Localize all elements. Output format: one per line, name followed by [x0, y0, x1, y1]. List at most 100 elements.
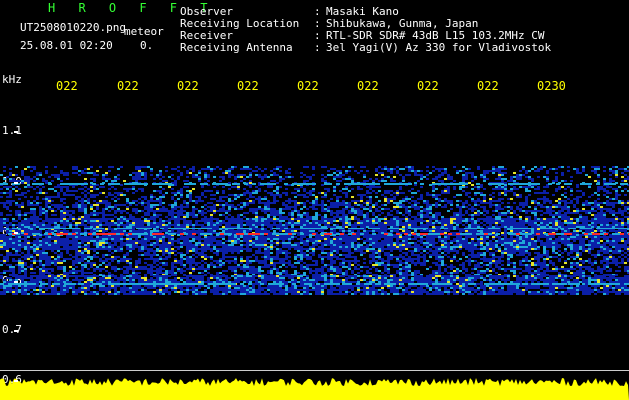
waterfall-pixel — [474, 194, 477, 196]
waterfall-pixel — [408, 168, 411, 170]
waterfall-pixel — [117, 220, 120, 222]
waterfall-pixel — [84, 172, 87, 174]
waterfall-pixel — [342, 216, 345, 218]
waterfall-pixel — [387, 242, 390, 244]
waterfall-pixel — [72, 206, 75, 208]
waterfall-pixel — [219, 198, 222, 200]
waterfall-pixel — [408, 226, 411, 228]
waterfall-pixel — [357, 234, 360, 236]
waterfall-pixel — [396, 238, 399, 240]
waterfall-pixel — [156, 190, 159, 192]
waterfall-pixel — [417, 244, 420, 246]
waterfall-pixel — [507, 246, 510, 248]
waterfall-pixel — [60, 240, 63, 242]
waterfall-pixel — [132, 208, 135, 210]
waterfall-pixel — [192, 206, 195, 208]
waterfall-pixel — [486, 210, 489, 212]
waterfall-pixel — [138, 246, 141, 248]
waterfall-pixel — [276, 226, 279, 228]
waterfall-pixel — [291, 216, 294, 218]
waterfall-pixel — [138, 174, 141, 176]
waterfall-pixel — [477, 200, 480, 202]
waterfall-pixel — [339, 170, 342, 172]
waterfall-pixel — [6, 200, 9, 202]
waterfall-pixel — [93, 204, 96, 206]
waterfall-pixel — [306, 216, 309, 218]
waterfall-pixel — [72, 210, 75, 212]
waterfall-pixel — [366, 208, 369, 210]
waterfall-pixel — [471, 236, 474, 238]
waterfall-pixel — [237, 216, 240, 218]
waterfall-pixel — [336, 244, 339, 246]
waterfall-pixel — [288, 246, 291, 248]
waterfall-pixel — [453, 196, 456, 198]
waterfall-pixel — [543, 218, 546, 220]
waterfall-pixel — [606, 186, 609, 188]
waterfall-pixel — [237, 208, 240, 210]
waterfall-pixel — [285, 226, 288, 228]
waterfall-pixel — [228, 170, 231, 172]
waterfall-pixel — [9, 200, 12, 202]
waterfall-pixel — [306, 192, 309, 194]
waterfall-pixel — [321, 216, 324, 218]
waterfall-pixel — [24, 214, 27, 216]
waterfall-pixel — [450, 220, 453, 222]
waterfall-pixel — [354, 226, 357, 228]
waterfall-pixel — [108, 192, 111, 194]
waterfall-pixel — [528, 222, 531, 224]
waterfall-pixel — [549, 218, 552, 220]
waterfall-pixel — [138, 242, 141, 244]
waterfall-pixel — [39, 226, 42, 228]
waterfall-pixel — [498, 166, 501, 168]
waterfall-pixel — [507, 242, 510, 244]
waterfall-pixel — [261, 178, 264, 180]
waterfall-pixel — [93, 188, 96, 190]
waterfall-pixel — [54, 206, 57, 208]
waterfall-pixel — [150, 198, 153, 200]
waterfall-pixel — [549, 200, 552, 202]
waterfall-pixel — [255, 222, 258, 224]
waterfall-pixel — [24, 242, 27, 244]
waterfall-pixel — [447, 188, 450, 190]
waterfall-pixel — [225, 246, 228, 248]
waterfall-pixel — [243, 224, 246, 226]
waterfall-pixel — [9, 240, 12, 242]
waterfall-pixel — [408, 232, 411, 234]
waterfall-pixel — [186, 212, 189, 214]
waterfall-pixel — [345, 196, 348, 198]
waterfall-pixel — [120, 240, 123, 242]
waterfall-pixel — [534, 242, 537, 244]
waterfall-pixel — [312, 218, 315, 220]
waterfall-pixel — [432, 188, 435, 190]
waterfall-pixel — [69, 194, 72, 196]
waterfall-pixel — [522, 230, 525, 232]
waterfall-pixel — [345, 224, 348, 226]
waterfall-pixel — [264, 168, 267, 170]
waterfall-pixel — [210, 168, 213, 170]
waterfall-pixel — [576, 168, 579, 170]
waterfall-pixel — [138, 198, 141, 200]
waterfall-pixel — [312, 226, 315, 228]
waterfall-pixel — [561, 206, 564, 208]
waterfall-pixel — [357, 186, 360, 188]
waterfall-pixel — [72, 240, 75, 242]
waterfall-pixel — [66, 206, 69, 208]
waterfall-pixel — [177, 242, 180, 244]
waterfall-pixel — [195, 230, 198, 232]
waterfall-pixel — [60, 190, 63, 192]
waterfall-pixel — [141, 166, 144, 168]
waterfall-pixel — [273, 174, 276, 176]
waterfall-pixel — [360, 196, 363, 198]
waterfall-pixel — [390, 222, 393, 224]
waterfall-pixel — [342, 208, 345, 210]
waterfall-pixel — [600, 220, 603, 222]
waterfall-pixel — [414, 220, 417, 222]
waterfall-pixel — [600, 236, 603, 238]
waterfall-pixel — [279, 222, 282, 224]
waterfall-pixel — [369, 196, 372, 198]
waterfall-pixel — [276, 244, 279, 246]
waterfall-pixel — [381, 168, 384, 170]
waterfall-pixel — [237, 220, 240, 222]
waterfall-pixel — [552, 240, 555, 242]
waterfall-pixel — [387, 224, 390, 226]
